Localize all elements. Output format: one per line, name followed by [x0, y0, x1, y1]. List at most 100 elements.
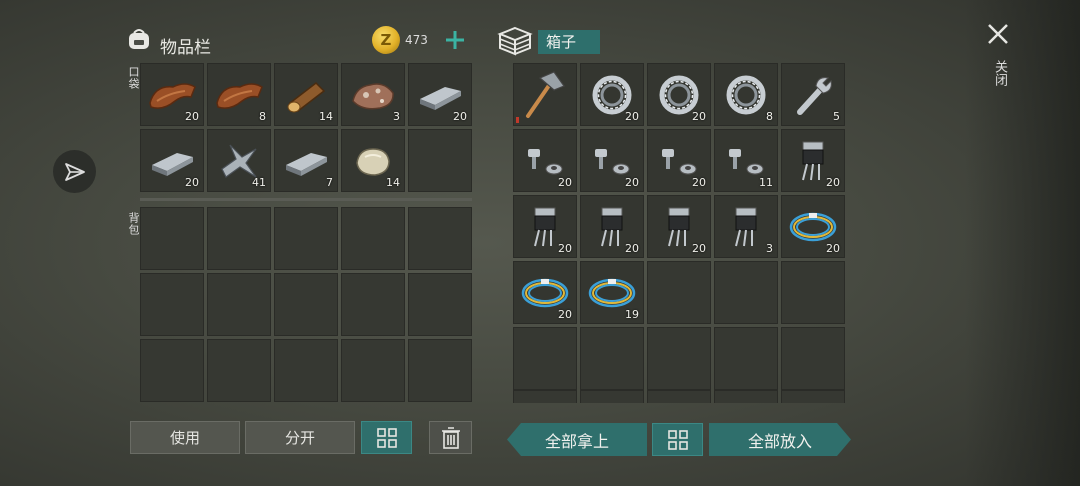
- pocket-slot[interactable]: 7: [274, 129, 338, 192]
- backpack-slot[interactable]: [341, 273, 405, 336]
- item-quantity: 20: [185, 110, 199, 123]
- item-quantity: 20: [692, 110, 706, 123]
- bolts-nuts-icon: [528, 148, 563, 174]
- pocket-slot[interactable]: 20: [408, 63, 472, 126]
- sort-box-button[interactable]: [652, 423, 703, 456]
- box-slot[interactable]: [714, 261, 778, 324]
- pocket-slot[interactable]: 14: [274, 63, 338, 126]
- item-quantity: 20: [692, 176, 706, 189]
- pocket-slot[interactable]: 20: [140, 63, 204, 126]
- backpack-slot[interactable]: [408, 207, 472, 270]
- box-slot[interactable]: [580, 390, 644, 403]
- pocket-slot[interactable]: [408, 129, 472, 192]
- box-slot[interactable]: [781, 261, 845, 324]
- backpack-slot[interactable]: [341, 207, 405, 270]
- wood-log-icon: [287, 81, 326, 112]
- backpack-slot[interactable]: [274, 273, 338, 336]
- iron-ore-icon: [352, 82, 394, 109]
- item-quantity: 20: [625, 176, 639, 189]
- leather-icon: [149, 82, 196, 109]
- box-slot[interactable]: 5: [781, 63, 845, 126]
- backpack-slot[interactable]: [408, 273, 472, 336]
- box-slot[interactable]: 20: [513, 129, 577, 192]
- box-scroll-peek: [513, 390, 845, 403]
- item-quantity: 20: [558, 242, 572, 255]
- box-slot[interactable]: 20: [513, 261, 577, 324]
- item-quantity: 5: [833, 110, 840, 123]
- pocket-slot[interactable]: 20: [140, 129, 204, 192]
- box-slot[interactable]: 20: [781, 195, 845, 258]
- box-slot[interactable]: [647, 390, 711, 403]
- trash-icon: [441, 426, 460, 449]
- box-slot[interactable]: 20: [513, 195, 577, 258]
- box-slot[interactable]: [580, 327, 644, 390]
- item-quantity: 8: [259, 110, 266, 123]
- box-slot[interactable]: [513, 63, 577, 126]
- backpack-slot[interactable]: [408, 339, 472, 402]
- bolts-nuts-icon: [729, 148, 764, 174]
- backpack-slot[interactable]: [274, 207, 338, 270]
- backpack-slot[interactable]: [140, 273, 204, 336]
- iron-ingot-icon: [286, 152, 327, 176]
- iron-ingot-icon: [420, 86, 461, 110]
- box-slot[interactable]: 20: [647, 129, 711, 192]
- coin-count: 473: [405, 33, 428, 47]
- box-slot[interactable]: 8: [714, 63, 778, 126]
- box-slot[interactable]: [714, 327, 778, 390]
- item-quantity: 11: [759, 176, 773, 189]
- crate-icon: [497, 26, 533, 56]
- item-quantity: 19: [625, 308, 639, 321]
- backpack-slot[interactable]: [140, 207, 204, 270]
- put-all-button[interactable]: 全部放入: [709, 423, 851, 456]
- box-slot[interactable]: [647, 327, 711, 390]
- box-slot[interactable]: [647, 261, 711, 324]
- pocket-slot[interactable]: 8: [207, 63, 271, 126]
- hammer-icon: [526, 70, 565, 118]
- box-slot[interactable]: 3: [714, 195, 778, 258]
- bearing-icon: [726, 75, 766, 114]
- item-quantity: 14: [319, 110, 333, 123]
- item-quantity: 41: [252, 176, 266, 189]
- box-slot[interactable]: [513, 327, 577, 390]
- backpack-slot[interactable]: [274, 339, 338, 402]
- trash-button[interactable]: [429, 421, 472, 454]
- box-slot[interactable]: 11: [714, 129, 778, 192]
- iron-ingot-icon: [152, 152, 193, 176]
- box-slot[interactable]: [781, 327, 845, 390]
- pocket-slot[interactable]: 14: [341, 129, 405, 192]
- backpack-label: 背包: [127, 212, 140, 236]
- use-button[interactable]: 使用: [130, 421, 240, 454]
- box-slot[interactable]: 20: [580, 63, 644, 126]
- box-slot[interactable]: 20: [580, 195, 644, 258]
- split-button[interactable]: 分开: [245, 421, 355, 454]
- grid-sort-icon: [667, 429, 688, 450]
- item-quantity: 20: [692, 242, 706, 255]
- box-slot[interactable]: [714, 390, 778, 403]
- share-button[interactable]: [53, 150, 96, 193]
- box-slot[interactable]: 20: [647, 195, 711, 258]
- box-slot[interactable]: [513, 390, 577, 403]
- close-icon[interactable]: [984, 20, 1012, 48]
- backpack-slot[interactable]: [207, 339, 271, 402]
- pocket-slot[interactable]: 3: [341, 63, 405, 126]
- pocket-slot[interactable]: 41: [207, 129, 271, 192]
- sort-inventory-button[interactable]: [361, 421, 412, 454]
- item-quantity: 20: [558, 308, 572, 321]
- backpack-slot[interactable]: [207, 207, 271, 270]
- add-coins-button[interactable]: [444, 27, 466, 53]
- box-slot[interactable]: 20: [647, 63, 711, 126]
- pocket-label: 口袋: [127, 66, 140, 90]
- grid-sort-icon: [376, 427, 397, 448]
- backpack-slot[interactable]: [341, 339, 405, 402]
- close-label[interactable]: 关闭: [990, 60, 1009, 86]
- item-quantity: 20: [826, 176, 840, 189]
- box-slot[interactable]: [781, 390, 845, 403]
- box-slot[interactable]: 20: [580, 129, 644, 192]
- backpack-slot[interactable]: [207, 273, 271, 336]
- backpack-icon: [129, 29, 149, 49]
- box-slot[interactable]: 19: [580, 261, 644, 324]
- box-slot[interactable]: 20: [781, 129, 845, 192]
- pocket-grid: 20 8 14 3 20 20 41 7 14: [140, 63, 472, 192]
- take-all-button[interactable]: 全部拿上: [507, 423, 647, 456]
- backpack-slot[interactable]: [140, 339, 204, 402]
